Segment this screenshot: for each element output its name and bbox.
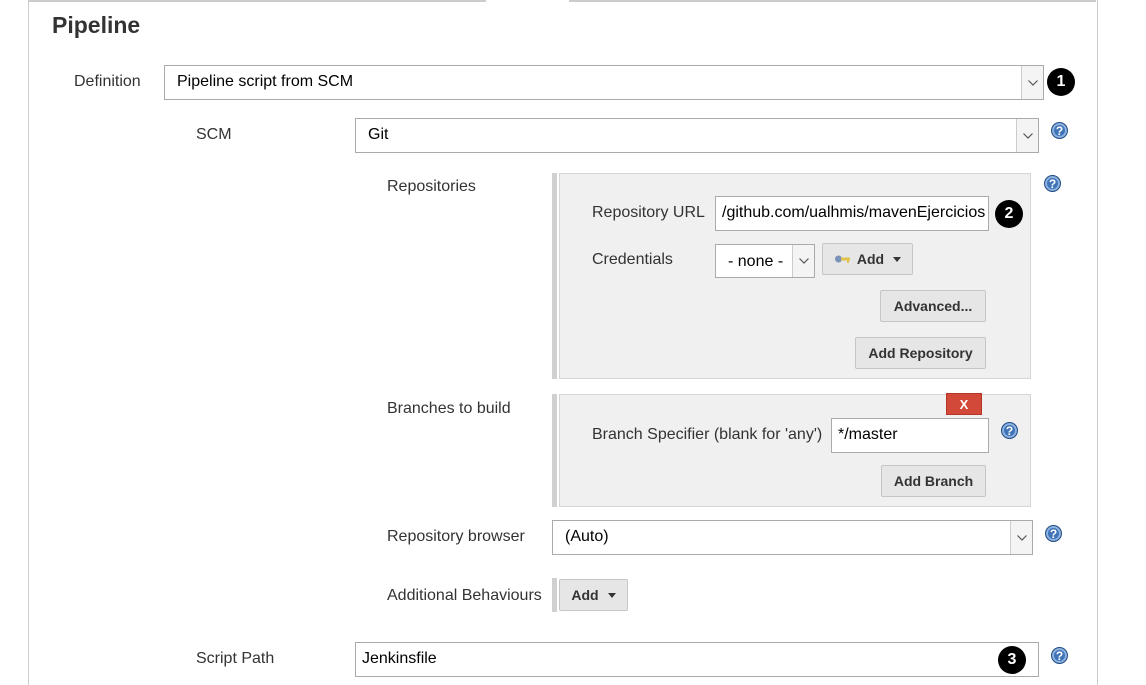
scm-value: Git <box>368 126 389 143</box>
repository-url-value: /github.com/ualhmis/mavenEjercicios <box>722 204 986 221</box>
chevron-down-icon <box>1016 119 1038 152</box>
help-icon[interactable]: ? <box>1051 647 1068 664</box>
branches-label: Branches to build <box>387 400 511 417</box>
caret-down-icon <box>893 256 902 262</box>
script-path-value: Jenkinsfile <box>362 650 437 667</box>
chevron-down-icon <box>792 245 814 277</box>
help-icon[interactable]: ? <box>1045 525 1062 542</box>
branch-specifier-label: Branch Specifier (blank for 'any') <box>592 426 823 443</box>
behaviours-bar <box>552 578 557 612</box>
key-icon <box>834 255 850 263</box>
scm-label: SCM <box>196 126 232 143</box>
branch-specifier-input[interactable]: */master <box>831 418 989 453</box>
branch-specifier-value: */master <box>838 426 898 443</box>
repository-url-label: Repository URL <box>592 204 705 221</box>
step-badge-1: 1 <box>1047 68 1075 96</box>
caret-down-icon <box>607 592 616 598</box>
credentials-value: - none - <box>728 253 784 270</box>
tab-border-right <box>569 0 1096 2</box>
help-icon[interactable]: ? <box>1001 422 1018 439</box>
add-credentials-button[interactable]: Add <box>822 243 913 275</box>
tab-border-left <box>28 0 486 2</box>
repository-url-input[interactable]: /github.com/ualhmis/mavenEjercicios <box>715 196 989 231</box>
step-badge-2: 2 <box>995 200 1023 228</box>
help-icon[interactable]: ? <box>1051 122 1068 139</box>
repositories-bar <box>552 173 557 379</box>
add-behaviour-label: Add <box>571 587 599 603</box>
script-path-label: Script Path <box>196 650 275 667</box>
add-credentials-label: Add <box>856 251 885 267</box>
behaviours-label: Additional Behaviours <box>387 587 542 604</box>
repo-browser-value: (Auto) <box>565 528 609 545</box>
credentials-label: Credentials <box>592 251 673 268</box>
definition-select[interactable]: Pipeline script from SCM <box>164 65 1044 100</box>
section-title: Pipeline <box>52 12 141 38</box>
add-repository-button[interactable]: Add Repository <box>855 337 986 369</box>
help-icon[interactable]: ? <box>1044 175 1061 192</box>
repo-browser-select[interactable]: (Auto) <box>552 520 1033 555</box>
branches-bar <box>552 394 557 507</box>
step-badge-3: 3 <box>998 646 1026 674</box>
definition-value: Pipeline script from SCM <box>177 73 354 90</box>
chevron-down-icon <box>1021 66 1043 99</box>
add-behaviour-button[interactable]: Add <box>559 579 628 611</box>
advanced-button[interactable]: Advanced... <box>880 290 986 322</box>
repo-browser-label: Repository browser <box>387 528 525 545</box>
credentials-select[interactable]: - none - <box>715 244 815 278</box>
scm-select[interactable]: Git <box>355 118 1039 153</box>
chevron-down-icon <box>1010 521 1032 554</box>
add-branch-button[interactable]: Add Branch <box>881 465 986 497</box>
script-path-input[interactable]: Jenkinsfile <box>355 642 1039 677</box>
definition-label: Definition <box>74 73 141 90</box>
repositories-label: Repositories <box>387 178 476 195</box>
delete-branch-button[interactable]: X <box>946 393 982 415</box>
